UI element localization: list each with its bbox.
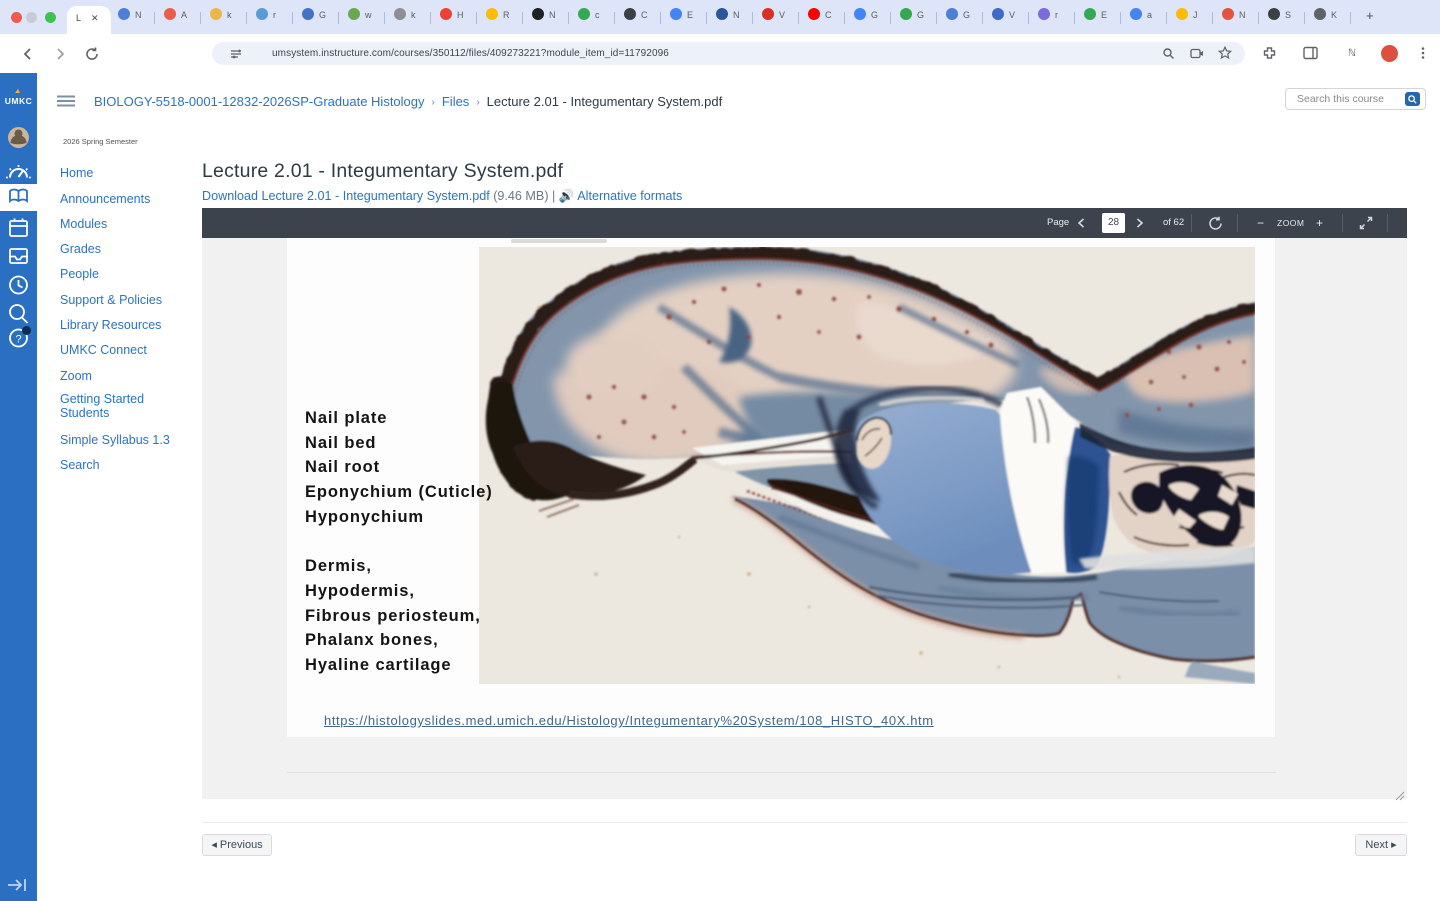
svg-text:UMKC: UMKC [5,96,33,106]
svg-text:?: ? [15,334,21,346]
